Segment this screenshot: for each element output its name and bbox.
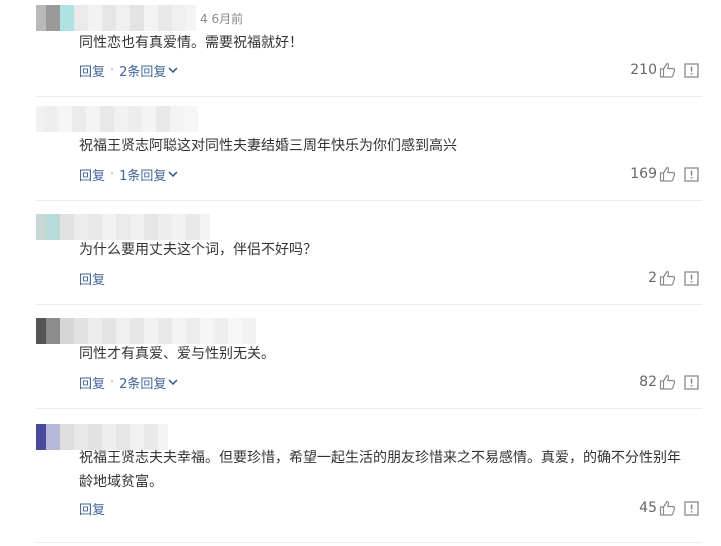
chevron-down-icon <box>168 378 179 385</box>
comment-text: 祝福王贤志夫夫幸福。但要珍惜，希望一起生活的朋友珍惜来之不易感情。真爱，的确不分… <box>79 450 681 490</box>
report-icon[interactable] <box>684 500 699 516</box>
comment-text: 同性才有真爱、爱与性别无关。 <box>79 346 275 362</box>
separator-dot: · <box>110 374 115 390</box>
thumbs-up-icon[interactable] <box>659 166 676 182</box>
separator-dot: · <box>110 166 115 182</box>
comment-item: 祝福王贤志阿聪这对同性夫妻结婚三周年快乐为你们感到高兴 回复 · 1条回复 16… <box>36 96 702 201</box>
comment-tools: 45 <box>639 498 699 518</box>
comment-text: 祝福王贤志阿聪这对同性夫妻结婚三周年快乐为你们感到高兴 <box>79 138 457 154</box>
comment-item: 祝福王贤志夫夫幸福。但要珍惜，希望一起生活的朋友珍惜来之不易感情。真爱，的确不分… <box>36 408 702 543</box>
thumbs-up-icon[interactable] <box>659 500 676 516</box>
reply-count-label: 2条回复 <box>119 376 167 392</box>
comment-actions: 回复 · 1条回复 169 <box>79 164 702 184</box>
like-count: 169 <box>630 166 657 182</box>
comment-author-row <box>36 318 256 344</box>
reply-button[interactable]: 回复 <box>79 165 105 184</box>
report-icon[interactable] <box>684 62 699 78</box>
reply-count-label: 1条回复 <box>119 168 167 184</box>
comment-author-row <box>36 214 210 240</box>
comment-tools: 2 <box>648 268 699 288</box>
reply-button[interactable]: 回复 <box>79 373 105 392</box>
reply-button[interactable]: 回复 <box>79 61 105 80</box>
thumbs-up-icon[interactable] <box>659 270 676 286</box>
comment-item: 同性才有真爱、爱与性别无关。 回复 · 2条回复 82 <box>36 304 702 409</box>
blurred-username <box>36 5 196 31</box>
chevron-down-icon <box>168 170 179 177</box>
expand-replies-button[interactable]: 2条回复 <box>119 61 179 80</box>
thumbs-up-icon[interactable] <box>659 62 676 78</box>
reply-button[interactable]: 回复 <box>79 269 105 288</box>
comment-actions: 回复 2 <box>79 268 702 288</box>
report-icon[interactable] <box>684 166 699 182</box>
expand-replies-button[interactable]: 1条回复 <box>119 165 179 184</box>
comment-item: 为什么要用丈夫这个词，伴侣不好吗？ 回复 2 <box>36 200 702 305</box>
expand-replies-button[interactable]: 2条回复 <box>119 373 179 392</box>
thumbs-up-icon[interactable] <box>659 374 676 390</box>
chevron-down-icon <box>168 66 179 73</box>
comment-tools: 210 <box>630 60 699 80</box>
blurred-username <box>36 214 210 240</box>
reply-count-label: 2条回复 <box>119 64 167 80</box>
like-count: 210 <box>630 62 657 78</box>
comment-text: 为什么要用丈夫这个词，伴侣不好吗？ <box>79 242 317 258</box>
blurred-username <box>36 318 256 344</box>
comment-tools: 82 <box>639 372 699 392</box>
report-icon[interactable] <box>684 270 699 286</box>
comment-actions: 回复 · 2条回复 82 <box>79 372 702 392</box>
comment-author-row: 4 6月前 <box>36 5 243 31</box>
blurred-username <box>36 106 198 132</box>
comment-text: 同性恋也有真爱情。需要祝福就好！ <box>79 35 303 51</box>
like-count: 2 <box>648 270 657 286</box>
reply-button[interactable]: 回复 <box>79 499 105 518</box>
comment-actions: 回复 45 <box>79 498 702 518</box>
comment-item: 4 6月前 同性恋也有真爱情。需要祝福就好！ 回复 · 2条回复 210 <box>36 0 702 97</box>
like-count: 82 <box>639 374 657 390</box>
comment-tools: 169 <box>630 164 699 184</box>
separator-dot: · <box>110 62 115 78</box>
comment-author-row <box>36 106 198 132</box>
comment-actions: 回复 · 2条回复 210 <box>79 60 702 80</box>
report-icon[interactable] <box>684 374 699 390</box>
comment-timestamp: 4 6月前 <box>200 11 244 26</box>
like-count: 45 <box>639 500 657 516</box>
